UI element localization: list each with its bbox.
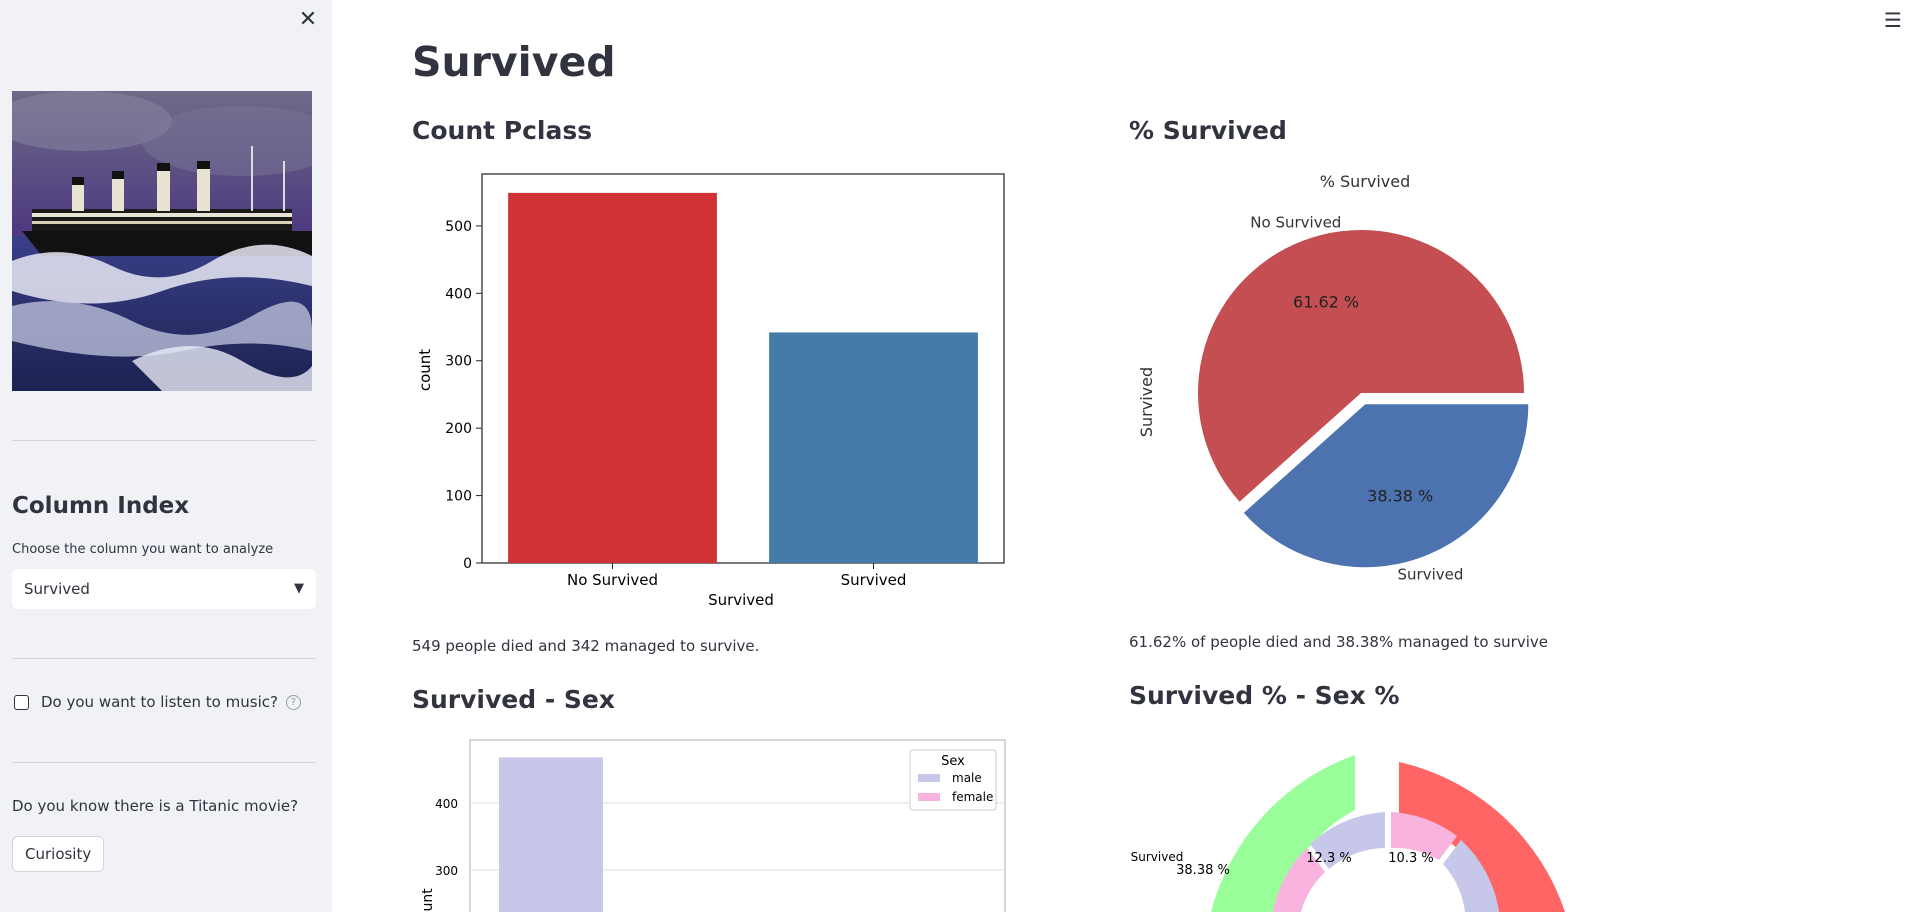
y-axis-label: count — [420, 888, 436, 912]
y-tick-label: 400 — [435, 797, 458, 811]
bar-survived — [769, 332, 978, 563]
section-count-title: Count Pclass — [412, 116, 593, 145]
section-sex-title: Survived - Sex — [412, 685, 616, 714]
help-icon[interactable]: ? — [285, 694, 301, 710]
survived-sex-donut-chart: Survived 38.38 % 12.3 % 10.3 % — [1131, 755, 1565, 912]
y-tick-label: 300 — [435, 864, 458, 878]
pie-title: % Survived — [1320, 172, 1411, 191]
donut-inner-value: 12.3 % — [1306, 851, 1351, 866]
x-axis-label: Survived — [708, 591, 774, 609]
divider — [12, 658, 316, 659]
legend-label-female: female — [952, 790, 993, 804]
column-select-value: Survived — [24, 580, 90, 598]
legend-swatch-female — [918, 793, 940, 801]
y-axis-label: count — [416, 349, 434, 391]
bar-no-survived — [508, 192, 717, 563]
donut-outer-value: 38.38 % — [1176, 863, 1230, 878]
y-tick-label: 500 — [445, 219, 472, 235]
count-caption: 549 people died and 342 managed to survi… — [412, 637, 760, 655]
y-tick-label: 400 — [445, 286, 472, 302]
y-tick-label: 100 — [445, 489, 472, 505]
music-checkbox[interactable] — [14, 694, 29, 710]
pie-ylabel: Survived — [1137, 367, 1156, 437]
select-label: Choose the column you want to analyze — [12, 542, 274, 557]
titanic-image — [12, 91, 312, 391]
donut-outer-label: Survived — [1131, 850, 1184, 864]
legend-swatch-male — [918, 774, 940, 782]
pie-category-label: No Survived — [1250, 213, 1341, 231]
music-checkbox-label: Do you want to listen to music? — [41, 693, 278, 711]
divider — [12, 440, 316, 441]
divider — [12, 762, 316, 763]
pie-value-label: 61.62 % — [1293, 293, 1359, 312]
count-bar-chart: 0 100 200 300 400 500 No Survived Survived cou… — [416, 173, 1005, 609]
close-icon[interactable]: ✕ — [296, 8, 320, 32]
y-tick-label: 300 — [445, 354, 472, 370]
section-pct-title: % Survived — [1129, 116, 1287, 145]
survived-pie-chart: % Survived Survived 61.62 % No Survived 38… — [1137, 172, 1529, 584]
page-title: Survived — [412, 38, 616, 86]
survived-sex-bar-chart: 400 300 count Sex male female — [420, 739, 1006, 912]
sidebar-title: Column Index — [12, 493, 190, 519]
x-tick-label: Survived — [841, 571, 907, 589]
pie-value-label: 38.38 % — [1367, 487, 1433, 506]
chevron-down-icon: ▼ — [294, 581, 304, 596]
sidebar: ✕ Column Index Choose the column you wan… — [0, 0, 332, 912]
pie-category-label: Survived — [1398, 566, 1464, 584]
music-checkbox-row[interactable]: Do you want to listen to music? ? — [14, 693, 301, 711]
bar-male-no-survived — [499, 757, 603, 912]
y-tick-label: 200 — [445, 421, 472, 437]
section-pctsex-title: Survived % - Sex % — [1129, 681, 1400, 710]
x-tick-label: No Survived — [567, 571, 658, 589]
y-tick-label: 0 — [463, 556, 472, 572]
legend-label-male: male — [952, 771, 982, 785]
curiosity-button[interactable]: Curiosity — [12, 836, 105, 872]
movie-question: Do you know there is a Titanic movie? — [12, 797, 299, 815]
pct-caption: 61.62% of people died and 38.38% managed… — [1129, 633, 1548, 651]
hamburger-menu-icon[interactable]: ☰ — [1884, 8, 1902, 32]
donut-inner-value: 10.3 % — [1388, 851, 1433, 866]
column-select[interactable]: Survived ▼ — [12, 569, 316, 609]
legend-title: Sex — [941, 754, 965, 769]
